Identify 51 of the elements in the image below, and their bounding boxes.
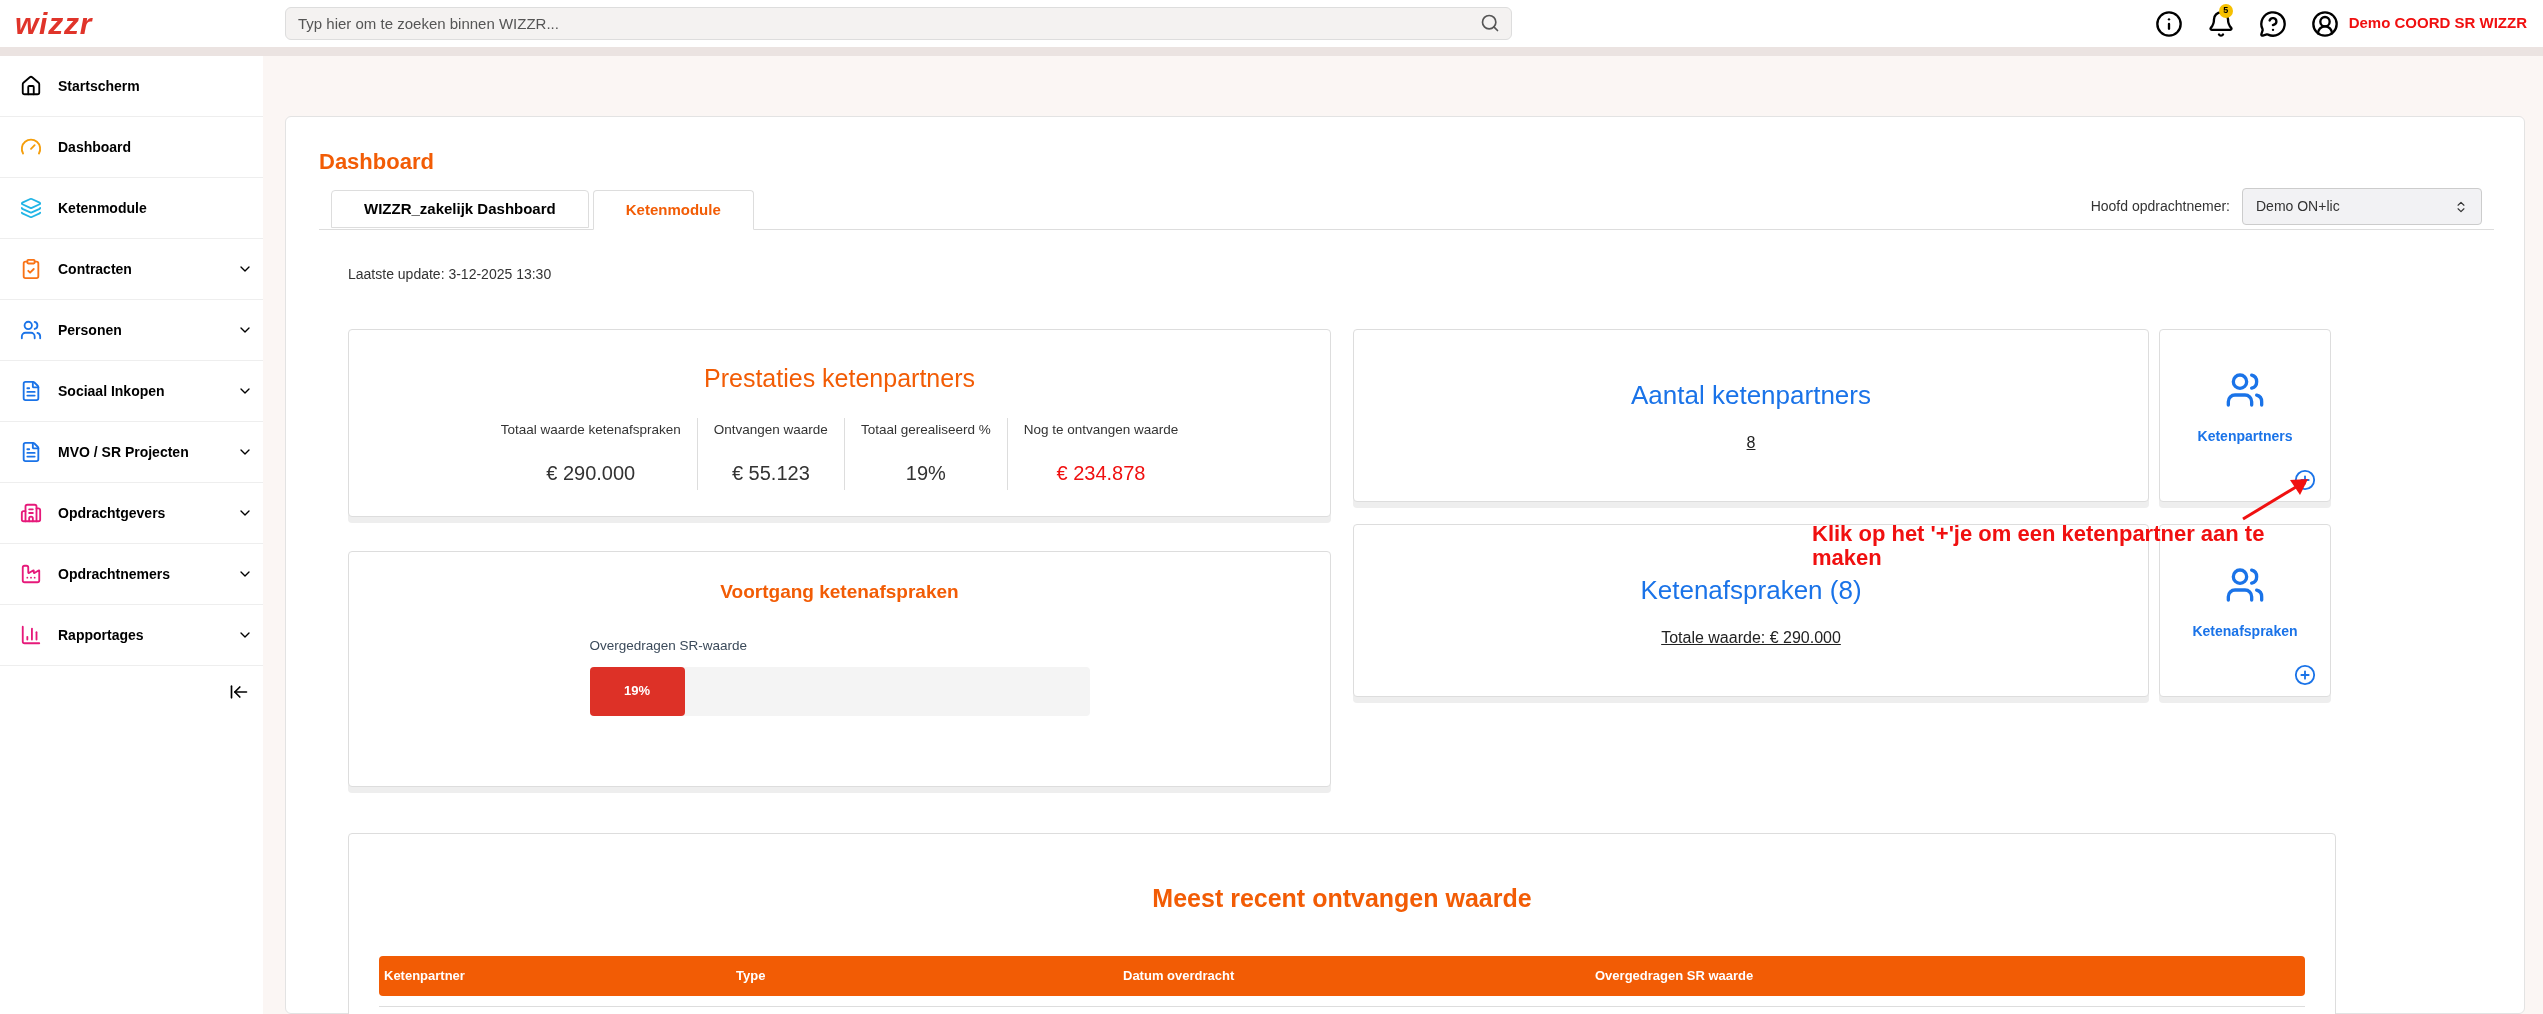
column-header: Datum overdracht xyxy=(1122,966,1236,985)
stat-label: Nog te ontvangen waarde xyxy=(1023,420,1179,439)
help-icon[interactable] xyxy=(2258,9,2287,38)
stat-label: Totaal waarde ketenafspraken xyxy=(500,420,681,439)
search-field[interactable]: Typ hier om te zoeken binnen WIZZR... xyxy=(285,7,1512,40)
checklist-icon xyxy=(20,258,42,280)
home-icon xyxy=(20,75,42,97)
progress-label: Overgedragen SR-waarde xyxy=(589,637,748,653)
card-title: Ketenafspraken (8) xyxy=(1640,574,1862,607)
card-title: Aantal ketenpartners xyxy=(1631,379,1871,412)
bell-icon[interactable] xyxy=(2206,9,2235,38)
card-title: Voortgang ketenafspraken xyxy=(720,580,959,604)
notification-badge: 5 xyxy=(2218,3,2233,18)
card-title: Meest recent ontvangen waarde xyxy=(1152,883,1532,914)
select-label: Hoofd opdrachtnemer: xyxy=(2090,197,2230,216)
annotation-text: Klik op het '+'je om een ketenpartner aan te maken xyxy=(1812,522,2266,570)
shortcut-label[interactable]: Ketenpartners xyxy=(2197,426,2293,447)
layers-icon xyxy=(20,197,42,219)
people-icon xyxy=(2225,565,2265,605)
page-title: Dashboard xyxy=(319,148,435,176)
bar-chart-icon xyxy=(20,624,42,646)
search-icon[interactable] xyxy=(1480,13,1500,33)
column-header: Overgedragen SR waarde xyxy=(1594,966,1755,985)
tab[interactable]: WIZZR_zakelijk Dashboard xyxy=(331,190,589,228)
card-title: Prestaties ketenpartners xyxy=(704,363,975,394)
add-icon[interactable] xyxy=(2294,664,2316,686)
user-icon[interactable] xyxy=(2310,9,2339,38)
stat-value: € 290.000 xyxy=(546,460,636,486)
document-icon xyxy=(20,441,42,463)
contractor-select[interactable]: Demo ON+lic xyxy=(2242,188,2482,225)
annotation-arrow xyxy=(2240,476,2310,522)
building-icon xyxy=(20,502,42,524)
count-link[interactable]: 8 xyxy=(1746,431,1756,455)
factory-icon xyxy=(20,563,42,585)
stat-value: € 234.878 xyxy=(1056,460,1146,486)
user-name[interactable]: Demo COORD SR WIZZR xyxy=(2348,12,2527,35)
logo[interactable]: wizzr xyxy=(15,8,93,39)
collapse-icon[interactable] xyxy=(229,682,249,702)
people-icon xyxy=(20,319,42,341)
count-link[interactable]: Totale waarde: € 290.000 xyxy=(1661,626,1841,650)
stat-label: Ontvangen waarde xyxy=(713,420,828,439)
stat-value: 19% xyxy=(905,460,946,486)
stat-value: € 55.123 xyxy=(731,460,810,486)
column-header: Type xyxy=(735,966,767,985)
column-header: Ketenpartner xyxy=(383,966,466,985)
info-icon[interactable] xyxy=(2154,9,2183,38)
shortcut-label[interactable]: Ketenafspraken xyxy=(2192,621,2298,642)
last-update: Laatste update: 3-12-2025 13:30 xyxy=(348,265,553,284)
stat-label: Totaal gerealiseerd % xyxy=(860,420,991,439)
people-icon xyxy=(2225,370,2265,410)
progress-fill: 19% xyxy=(589,666,685,716)
